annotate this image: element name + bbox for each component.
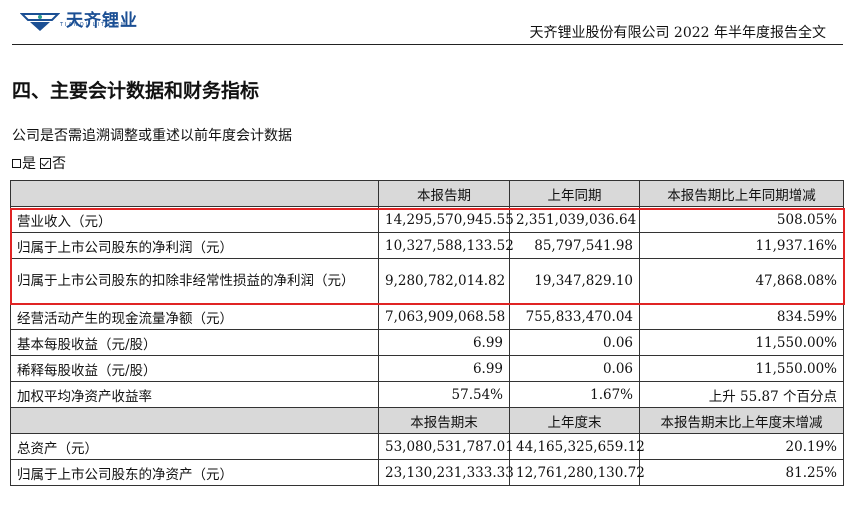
restatement-choices: 是 否 [12,153,66,173]
prior-value: 0.06 [509,355,640,382]
current-value: 6.99 [378,355,510,382]
table-row: 加权平均净资产收益率 57.54% 1.67% 上升 55.87 个百分点 [10,381,844,408]
period-end-value: 53,080,531,787.01 [378,433,514,460]
prior-value: 19,347,829.10 [509,258,640,304]
period-end-value: 23,130,231,333.33 [378,459,514,486]
current-value: 6.99 [378,329,510,356]
prior-value: 85,797,541.98 [509,232,640,259]
table-row: 营业收入（元） 14,295,570,945.55 2,351,039,036.… [10,206,844,233]
restatement-question: 公司是否需追溯调整或重述以前年度会计数据 [12,128,292,144]
prior-value: 1.67% [509,381,640,408]
choice-yes-label: 是 [22,156,36,172]
row-label: 稀释每股收益（元/股） [10,355,379,382]
current-value: 14,295,570,945.55 [378,206,514,233]
prior-year-end-value: 44,165,325,659.12 [509,433,645,460]
prior-value: 755,833,470.04 [509,303,640,330]
table-row: 归属于上市公司股东的净利润（元） 10,327,588,133.52 85,79… [10,232,844,259]
header-cell: 本报告期末 [378,407,510,434]
financial-indicators-table: 本报告期 上年同期 本报告期比上年同期增减 营业收入（元） 14,295,570… [10,180,844,486]
table-header-row: 本报告期 上年同期 本报告期比上年同期增减 [10,180,844,207]
change-value: 508.05% [639,206,844,233]
prior-year-end-value: 12,761,280,130.72 [509,459,645,486]
row-label: 总资产（元） [10,433,379,460]
row-label: 归属于上市公司股东的扣除非经常性损益的净利润（元） [10,258,379,304]
change-value: 20.19% [639,433,844,460]
table-row: 基本每股收益（元/股） 6.99 0.06 11,550.00% [10,329,844,356]
change-value: 834.59% [639,303,844,330]
current-value: 57.54% [378,381,510,408]
table-row: 归属于上市公司股东的净资产（元） 23,130,231,333.33 12,76… [10,459,844,486]
choice-no-label: 否 [52,156,66,172]
current-value: 7,063,909,068.58 [378,303,510,330]
prior-value: 2,351,039,036.64 [509,206,640,233]
row-label: 加权平均净资产收益率 [10,381,379,408]
header-cell: 本报告期 [378,180,510,207]
tianqi-logo-icon [20,13,60,31]
change-value: 47,868.08% [639,258,844,304]
page-header: 天齐锂业 TIANQI LITHIUM 天齐锂业股份有限公司 2022 年半年度… [0,0,856,45]
table-row: 归属于上市公司股东的扣除非经常性损益的净利润（元） 9,280,782,014.… [10,258,844,304]
header-cell: 上年同期 [509,180,640,207]
row-label: 营业收入（元） [10,206,379,233]
table-row: 总资产（元） 53,080,531,787.01 44,165,325,659.… [10,433,844,460]
section-title: 四、主要会计数据和财务指标 [12,80,260,102]
change-value: 11,937.16% [639,232,844,259]
header-cell [10,180,379,207]
change-value: 11,550.00% [639,355,844,382]
table-header-row: 本报告期末 上年度末 本报告期末比上年度末增减 [10,407,844,434]
row-label: 归属于上市公司股东的净利润（元） [10,232,379,259]
unchecked-box-icon [12,158,21,168]
change-value: 上升 55.87 个百分点 [639,381,844,408]
current-value: 10,327,588,133.52 [378,232,514,259]
header-divider [12,44,843,45]
current-value: 9,280,782,014.82 [378,258,510,304]
prior-value: 0.06 [509,329,640,356]
change-value: 11,550.00% [639,329,844,356]
checked-box-icon [40,157,51,169]
table-row: 稀释每股收益（元/股） 6.99 0.06 11,550.00% [10,355,844,382]
header-cell: 本报告期末比上年度末增减 [639,407,844,434]
table-row: 经营活动产生的现金流量净额（元） 7,063,909,068.58 755,83… [10,303,844,330]
logo-en-text: TIANQI LITHIUM [60,22,128,28]
company-logo: 天齐锂业 [20,8,138,34]
header-cell [10,407,379,434]
change-value: 81.25% [639,459,844,486]
row-label: 基本每股收益（元/股） [10,329,379,356]
document-title: 天齐锂业股份有限公司 2022 年半年度报告全文 [529,25,826,41]
row-label: 经营活动产生的现金流量净额（元） [10,303,379,330]
row-label: 归属于上市公司股东的净资产（元） [10,459,379,486]
header-cell: 上年度末 [509,407,640,434]
header-cell: 本报告期比上年同期增减 [639,180,844,207]
